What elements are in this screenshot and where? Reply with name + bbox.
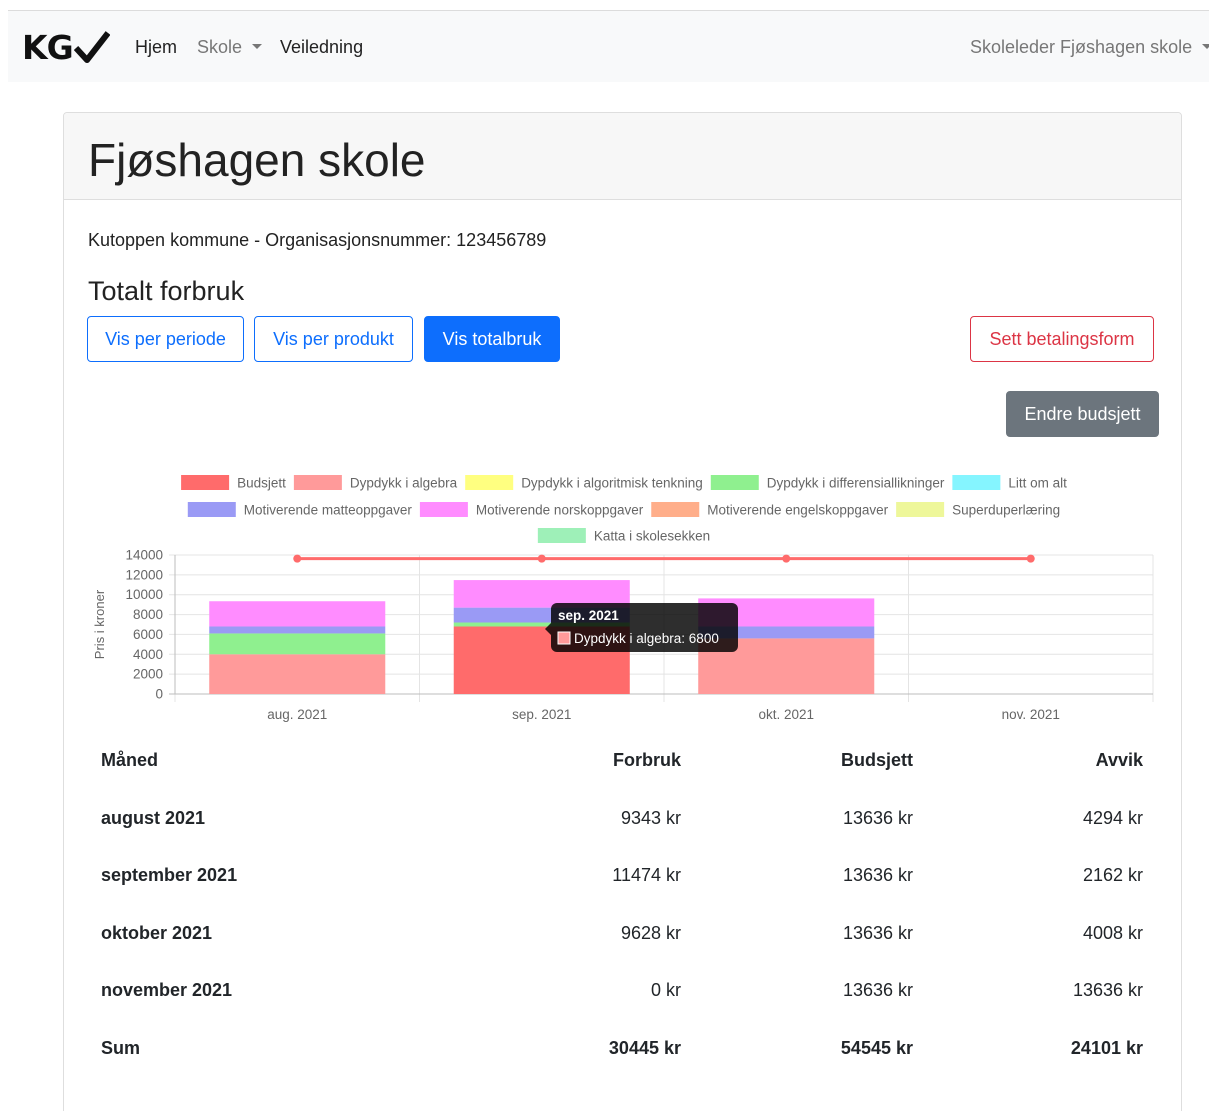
legend-label: Motiverende matteoppgaver	[244, 503, 413, 518]
header-deviation: Avvik	[1095, 750, 1143, 770]
legend-label: Motiverende norskoppgaver	[476, 503, 644, 518]
legend-swatch	[896, 502, 945, 517]
usage-table: Måned Forbruk Budsjett Avvik august 2021…	[101, 742, 1147, 1087]
table-row: oktober 2021 9628 kr 13636 kr 4008 kr	[101, 915, 1147, 973]
nav-school-label: Skole	[197, 37, 243, 57]
x-tick-label: nov. 2021	[1002, 707, 1060, 722]
y-tick-label: 6000	[133, 627, 163, 642]
org-info: Kutoppen kommune - Organisasjonsnummer: …	[88, 230, 547, 250]
usage-cell: 9628 kr	[620, 922, 681, 943]
budget-point	[1026, 554, 1035, 563]
caret-down-icon	[1202, 44, 1209, 50]
legend-label: Litt om alt	[1008, 476, 1067, 491]
legend-swatch	[465, 475, 514, 490]
nav-school-dropdown[interactable]: Skole	[197, 37, 263, 58]
legend-label: Budsjett	[237, 476, 286, 491]
legend-label: Superduperlæring	[952, 503, 1060, 518]
sum-budget: 54545 kr	[840, 1037, 913, 1058]
y-tick-label: 14000	[125, 548, 163, 563]
table-sum-row: Sum 30445 kr 54545 kr 24101 kr	[101, 1030, 1147, 1088]
y-axis-label: Pris i kroner	[92, 589, 107, 659]
table-row: august 2021 9343 kr 13636 kr 4294 kr	[101, 800, 1147, 858]
y-tick-label: 10000	[125, 587, 163, 602]
show-total-button[interactable]: Vis totalbruk	[424, 316, 560, 362]
nav-home-link[interactable]: Hjem	[135, 37, 177, 58]
nav-guide-link[interactable]: Veiledning	[280, 37, 363, 58]
table-row: november 2021 0 kr 13636 kr 13636 kr	[101, 972, 1147, 1030]
caret-down-icon	[252, 44, 263, 50]
bar-segment	[209, 654, 386, 694]
page-title: Fjøshagen skole	[88, 134, 426, 186]
checkmark-icon	[73, 31, 110, 63]
y-tick-label: 2000	[133, 667, 163, 682]
tooltip-swatch	[557, 631, 571, 645]
deviation-cell: 13636 kr	[1072, 980, 1143, 1000]
header-budget: Budsjett	[841, 750, 913, 770]
budget-cell: 13636 kr	[842, 807, 913, 828]
month-cell: november 2021	[101, 980, 233, 1000]
y-tick-label: 12000	[125, 567, 163, 582]
section-title: Totalt forbruk	[88, 276, 245, 306]
user-label: Skoleleder Fjøshagen skole	[970, 37, 1193, 57]
bar-segment	[209, 633, 386, 655]
show-per-product-button[interactable]: Vis per produkt	[254, 316, 413, 362]
usage-cell: 9343 kr	[620, 807, 681, 828]
y-tick-label: 0	[155, 687, 163, 702]
logo[interactable]: KG	[22, 27, 110, 67]
deviation-cell: 2162 kr	[1082, 865, 1143, 885]
budget-cell: 13636 kr	[842, 980, 913, 1000]
budget-cell: 13636 kr	[842, 922, 913, 943]
legend-swatch	[710, 475, 759, 490]
x-tick-label: okt. 2021	[758, 707, 814, 722]
deviation-cell: 4294 kr	[1082, 807, 1143, 828]
budget-point	[537, 554, 546, 563]
legend-swatch	[419, 502, 468, 517]
sum-deviation: 24101 kr	[1070, 1037, 1143, 1058]
table-header: Måned Forbruk Budsjett Avvik	[101, 742, 1147, 800]
x-tick-label: sep. 2021	[512, 707, 571, 722]
budget-point	[293, 554, 302, 563]
legend-swatch	[537, 528, 586, 543]
y-tick-label: 8000	[133, 607, 163, 622]
usage-chart: 0 2000 4000 6000 8000 10000 12000 14000 Pris i k…	[92, 475, 1154, 722]
sum-label: Sum	[101, 1037, 141, 1058]
legend-swatch	[181, 475, 230, 490]
table-row: september 2021 11474 kr 13636 kr 2162 kr	[101, 857, 1147, 915]
month-cell: september 2021	[101, 865, 238, 885]
bar-segment	[209, 601, 386, 627]
legend-label: Dypdykk i algebra	[350, 476, 458, 491]
set-payment-button[interactable]: Sett betalingsform	[970, 316, 1154, 362]
month-cell: oktober 2021	[101, 922, 213, 943]
legend-swatch	[651, 502, 700, 517]
legend-swatch	[187, 502, 236, 517]
usage-cell: 11474 kr	[612, 865, 681, 885]
legend-label: Motiverende engelskoppgaver	[707, 503, 888, 518]
legend-swatch	[293, 475, 342, 490]
tooltip-title: sep. 2021	[558, 608, 619, 623]
legend-label: Dypdykk i algoritmisk tenkning	[521, 476, 703, 491]
sum-usage: 30445 kr	[608, 1037, 681, 1058]
logo-text: KG	[22, 27, 74, 67]
month-cell: august 2021	[101, 807, 206, 828]
legend-label: Dypdykk i differensiallikninger	[767, 476, 945, 491]
tooltip-label: Dypdykk i algebra: 6800	[574, 631, 719, 646]
header-month: Måned	[101, 750, 159, 770]
legend-label: Katta i skolesekken	[594, 529, 710, 544]
show-per-period-button[interactable]: Vis per periode	[87, 316, 244, 362]
legend-swatch	[952, 475, 1001, 490]
header-usage: Forbruk	[612, 750, 681, 770]
budget-point	[782, 554, 791, 563]
x-tick-label: aug. 2021	[267, 707, 327, 722]
y-tick-label: 4000	[133, 647, 163, 662]
navbar: KG Hjem Skole Veiledning Skoleleder Fjøs…	[8, 11, 1209, 82]
bar-segment	[209, 626, 386, 634]
usage-cell: 0 kr	[650, 980, 681, 1000]
deviation-cell: 4008 kr	[1082, 922, 1143, 943]
edit-budget-button[interactable]: Endre budsjett	[1006, 391, 1159, 437]
user-dropdown[interactable]: Skoleleder Fjøshagen skole	[970, 37, 1209, 58]
budget-cell: 13636 kr	[842, 865, 913, 885]
